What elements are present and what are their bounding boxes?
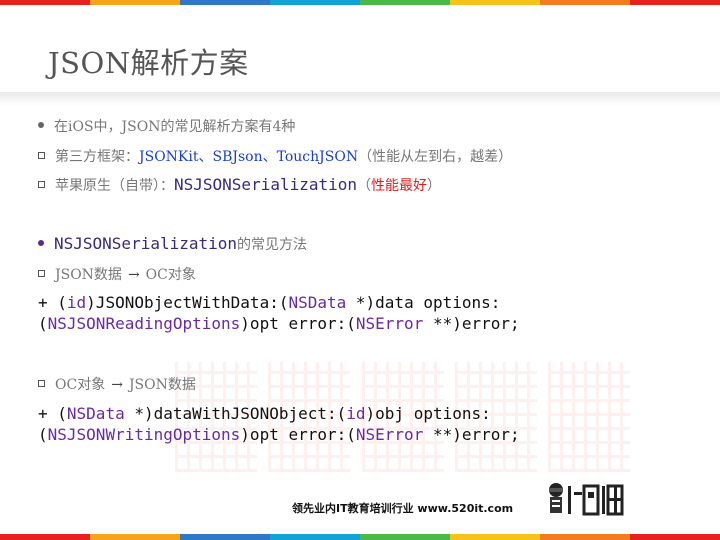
stripe-segment <box>540 534 630 540</box>
stripe-segment <box>360 0 450 5</box>
code-block-2: + (NSData *)dataWithJSONObject:(id)obj o… <box>38 403 520 445</box>
bullet-square-icon <box>38 269 45 277</box>
bullet-line-5: JSON数据 → OC对象 <box>38 264 196 284</box>
performance-note: 性能最好 <box>371 178 428 194</box>
page-title: JSON解析方案 <box>48 46 249 80</box>
footer-slogan: 领先业内IT教育培训行业 www.520it.com <box>292 502 514 515</box>
stripe-segment <box>0 0 90 5</box>
stripe-segment <box>540 0 630 5</box>
bullet-square-icon <box>38 379 45 387</box>
stripe-segment <box>180 534 270 540</box>
bullet-line-3: 苹果原生（自带）：NSJSONSerialization（性能最好） <box>38 175 441 195</box>
native-api-name: NSJSONSerialization <box>174 175 358 194</box>
stripe-segment <box>630 0 720 5</box>
title-divider <box>0 92 720 106</box>
stripe-segment <box>450 0 540 5</box>
bullet-square-icon <box>38 180 45 188</box>
stripe-segment <box>630 534 720 540</box>
stripe-segment <box>0 534 90 540</box>
top-color-stripe <box>0 0 720 5</box>
code-line: (NSJSONWritingOptions)opt error:(NSError… <box>38 425 520 444</box>
stripe-segment <box>270 534 360 540</box>
third-party-libs: JSONKit、SBJson、TouchJSON <box>139 149 359 165</box>
api-heading-name: NSJSONSerialization <box>54 234 238 253</box>
bullet-line-1: 在iOS中，JSON的常见解析方案有4种 <box>38 116 295 136</box>
stripe-segment <box>90 534 180 540</box>
bullet-square-icon <box>38 151 45 159</box>
code-block-1: + (id)JSONObjectWithData:(NSData *)data … <box>38 292 520 334</box>
stripe-segment <box>180 0 270 5</box>
brand-logo-icon <box>549 483 624 516</box>
stripe-segment <box>360 534 450 540</box>
arrow-right-icon: → <box>127 267 140 283</box>
stripe-segment <box>270 0 360 5</box>
arrow-right-icon: → <box>111 377 123 393</box>
code-line: + (NSData *)dataWithJSONObject:(id)obj o… <box>38 404 491 423</box>
code-line: + (id)JSONObjectWithData:(NSData *)data … <box>38 293 501 312</box>
code-line: (NSJSONReadingOptions)opt error:(NSError… <box>38 314 520 333</box>
bullet-line-2: 第三方框架：JSONKit、SBJson、TouchJSON（性能从左到右，越差… <box>38 146 512 166</box>
bullet-line-6: OC对象 → JSON数据 <box>38 374 196 394</box>
bullet-dot-icon <box>38 240 44 246</box>
bottom-color-stripe <box>0 534 720 540</box>
bullet-dot-icon <box>38 122 44 128</box>
bullet-line-4: NSJSONSerialization的常见方法 <box>38 234 307 254</box>
stripe-segment <box>450 534 540 540</box>
stripe-segment <box>90 0 180 5</box>
